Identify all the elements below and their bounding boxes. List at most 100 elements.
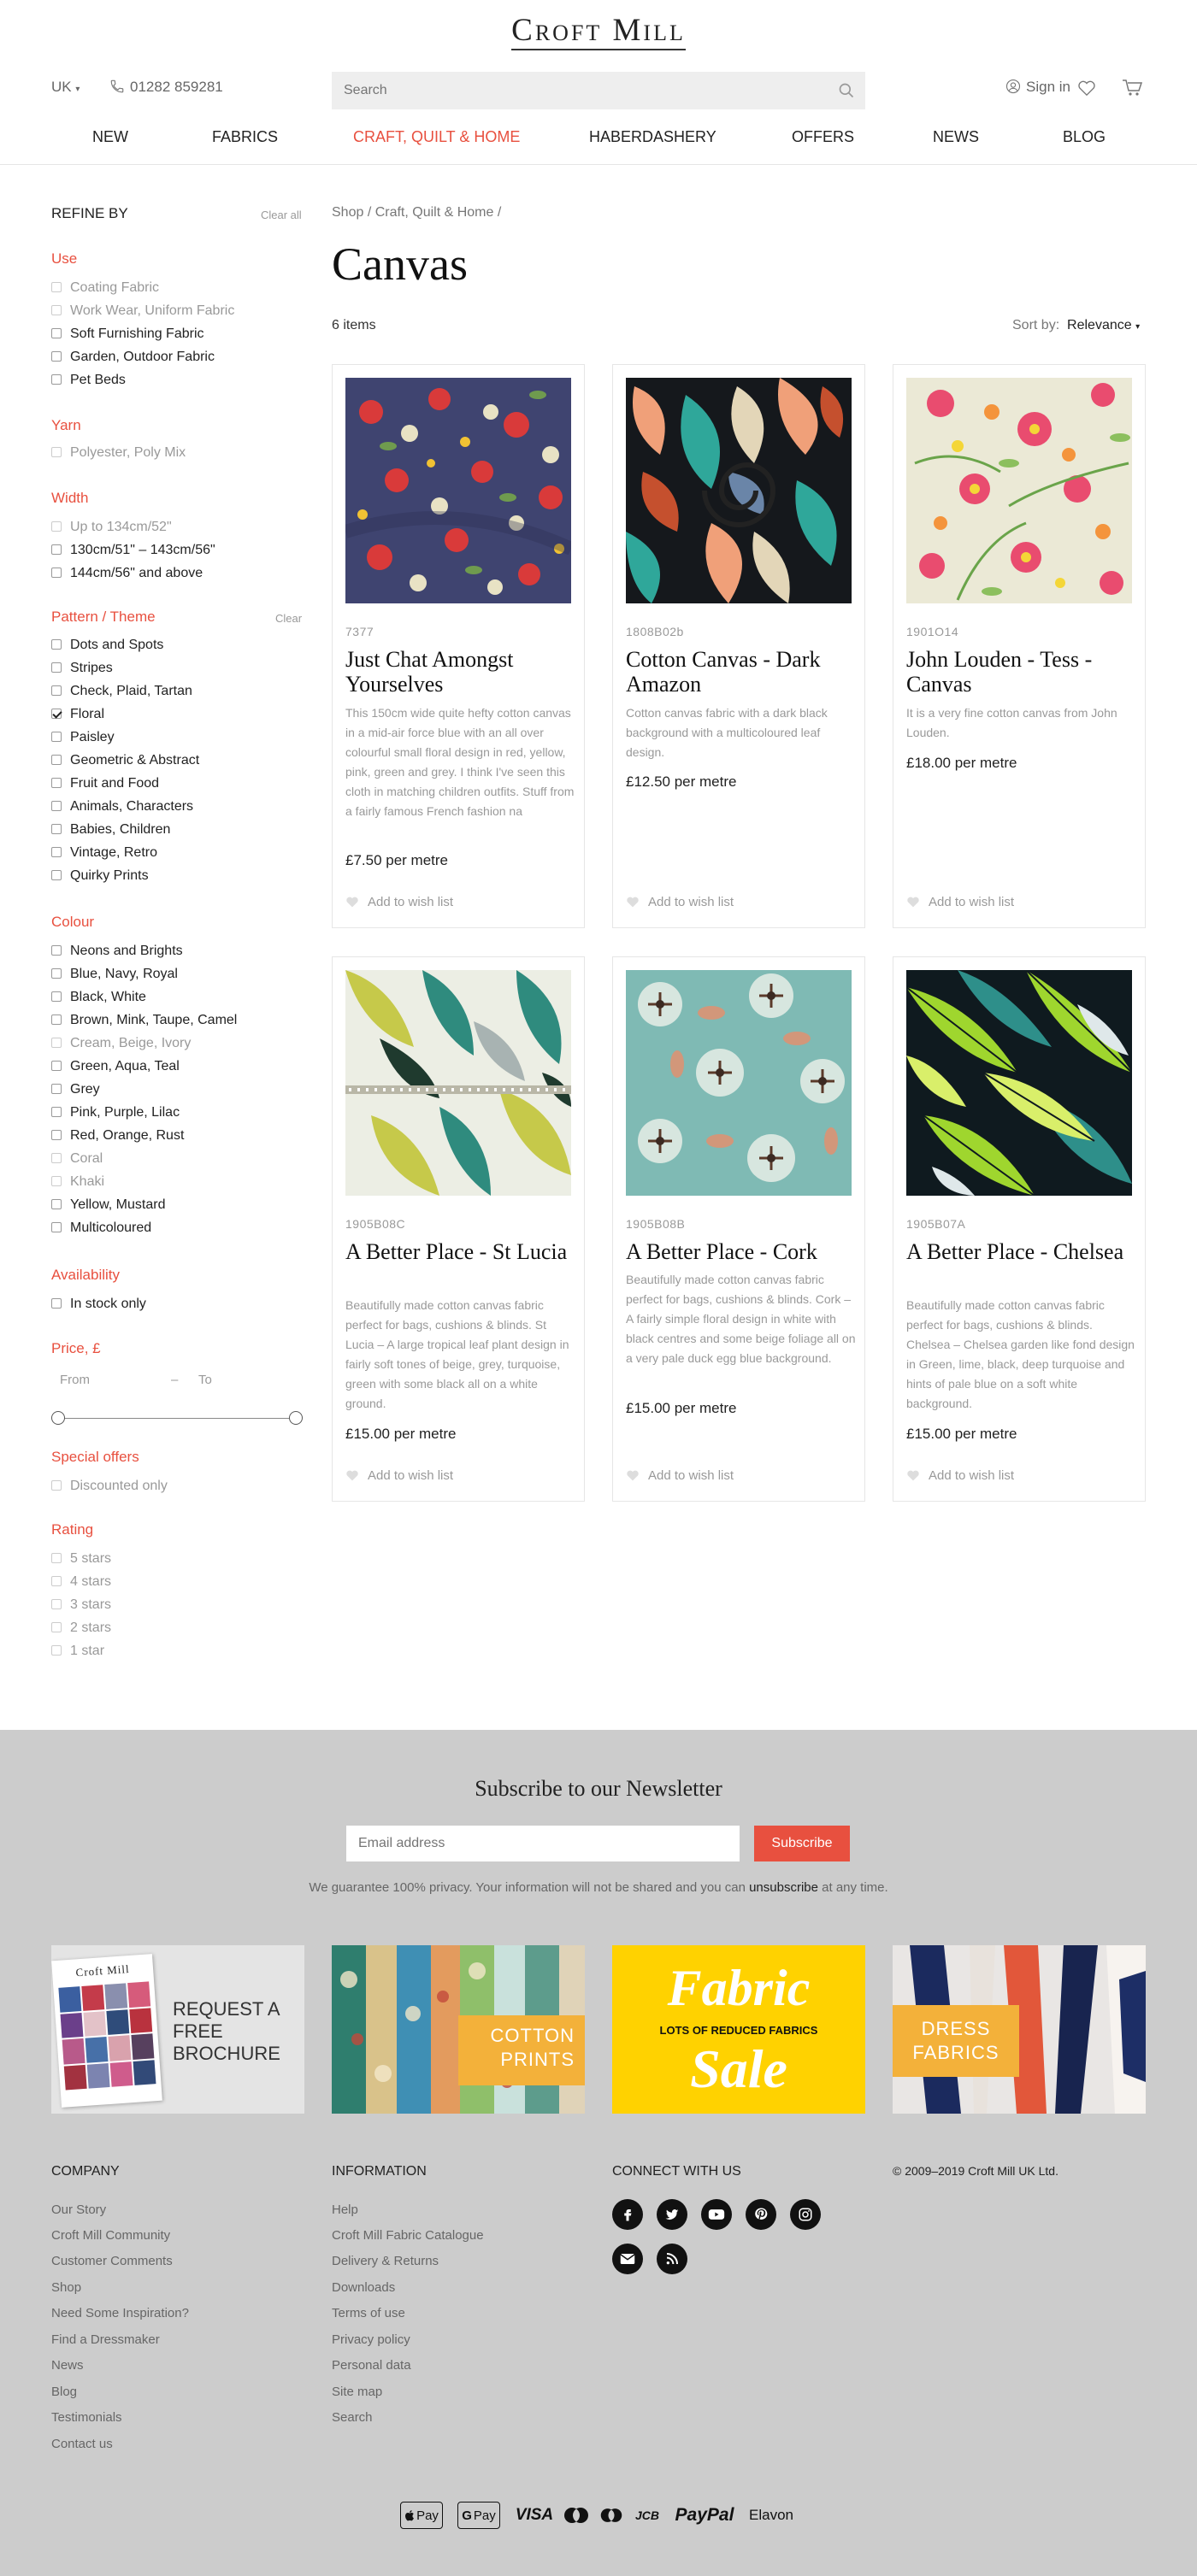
footer-link[interactable]: Customer Comments <box>51 2254 173 2268</box>
filter-option[interactable]: Coating Fabric <box>51 280 159 296</box>
product-name[interactable]: A Better Place - Chelsea <box>906 1239 1137 1264</box>
checkbox[interactable] <box>51 945 62 956</box>
filter-option[interactable]: Soft Furnishing Fabric <box>51 326 204 342</box>
filter-option[interactable]: Green, Aqua, Teal <box>51 1059 180 1074</box>
search-icon[interactable] <box>838 82 855 99</box>
product-card[interactable]: 1808B02b Cotton Canvas - Dark Amazon Cot… <box>612 364 865 928</box>
checkbox[interactable] <box>51 1576 62 1586</box>
checkbox[interactable] <box>51 1298 62 1309</box>
cart-icon[interactable] <box>1122 79 1142 97</box>
product-name[interactable]: John Louden - Tess - Canvas <box>906 647 1137 697</box>
nav-news[interactable]: NEWS <box>933 128 979 146</box>
wishlist-heart-icon[interactable] <box>1077 79 1096 97</box>
unsubscribe-link[interactable]: unsubscribe <box>749 1880 818 1895</box>
instagram-icon[interactable] <box>790 2199 821 2230</box>
filter-option[interactable]: 3 stars <box>51 1597 111 1613</box>
product-card[interactable]: 7377 Just Chat Amongst Yourselves This 1… <box>332 364 585 928</box>
filter-option[interactable]: Yellow, Mustard <box>51 1197 165 1213</box>
filter-option[interactable]: Stripes <box>51 661 113 676</box>
product-card[interactable]: 1901O14 John Louden - Tess - Canvas It i… <box>893 364 1146 928</box>
footer-link[interactable]: Our Story <box>51 2203 106 2217</box>
filter-option[interactable]: Animals, Characters <box>51 799 193 815</box>
product-image[interactable] <box>345 970 571 1196</box>
footer-link[interactable]: Find a Dressmaker <box>51 2332 160 2347</box>
pinterest-icon[interactable] <box>746 2199 776 2230</box>
checkbox-checked[interactable] <box>51 709 62 719</box>
footer-link[interactable]: Privacy policy <box>332 2332 410 2347</box>
filter-option[interactable]: Garden, Outdoor Fabric <box>51 350 215 365</box>
breadcrumb[interactable]: Shop / Craft, Quilt & Home / <box>332 205 501 221</box>
add-to-wishlist-button[interactable]: Add to wish list <box>626 895 734 909</box>
filter-option[interactable]: Cream, Beige, Ivory <box>51 1036 191 1051</box>
product-name[interactable]: A Better Place - Cork <box>626 1239 857 1264</box>
checkbox[interactable] <box>51 568 62 578</box>
subscribe-button[interactable]: Subscribe <box>754 1826 850 1861</box>
add-to-wishlist-button[interactable]: Add to wish list <box>345 895 453 909</box>
checkbox[interactable] <box>51 328 62 338</box>
twitter-icon[interactable] <box>657 2199 687 2230</box>
filter-option[interactable]: Brown, Mink, Taupe, Camel <box>51 1013 237 1028</box>
filter-pattern-clear[interactable]: Clear <box>275 612 302 625</box>
footer-link[interactable]: Testimonials <box>51 2410 122 2425</box>
checkbox[interactable] <box>51 968 62 979</box>
checkbox[interactable] <box>51 991 62 1002</box>
product-image[interactable] <box>626 970 852 1196</box>
promo-cotton-prints[interactable]: COTTON PRINTS <box>332 1945 585 2114</box>
product-image[interactable] <box>906 378 1132 603</box>
checkbox[interactable] <box>51 870 62 880</box>
footer-link[interactable]: Croft Mill Fabric Catalogue <box>332 2228 484 2243</box>
checkbox[interactable] <box>51 1084 62 1094</box>
price-from-input[interactable]: From <box>60 1373 90 1387</box>
product-card[interactable]: 1905B08C A Better Place - St Lucia Beaut… <box>332 956 585 1502</box>
filter-option[interactable]: Dots and Spots <box>51 638 163 653</box>
checkbox[interactable] <box>51 305 62 315</box>
filter-option[interactable]: Check, Plaid, Tartan <box>51 684 192 699</box>
filter-option[interactable]: Neons and Brights <box>51 944 183 959</box>
filter-option[interactable]: Multicoloured <box>51 1220 151 1236</box>
region-selector[interactable]: UK ▾ <box>51 79 80 96</box>
footer-link[interactable]: Need Some Inspiration? <box>51 2306 189 2320</box>
checkbox[interactable] <box>51 544 62 555</box>
footer-link[interactable]: Shop <box>51 2280 81 2295</box>
filter-option[interactable]: Red, Orange, Rust <box>51 1128 184 1144</box>
footer-link[interactable]: News <box>51 2358 84 2373</box>
price-slider-max-handle[interactable] <box>289 1411 303 1425</box>
filter-option[interactable]: Work Wear, Uniform Fabric <box>51 303 234 319</box>
footer-link[interactable]: Search <box>332 2410 373 2425</box>
checkbox[interactable] <box>51 1599 62 1609</box>
checkbox[interactable] <box>51 685 62 696</box>
product-image[interactable] <box>626 378 852 603</box>
promo-brochure[interactable]: Croft Mill REQUEST A FREE BROCHURE <box>51 1945 304 2114</box>
footer-link[interactable]: Croft Mill Community <box>51 2228 170 2243</box>
filter-option[interactable]: In stock only <box>51 1297 146 1312</box>
checkbox[interactable] <box>51 1130 62 1140</box>
filter-option-floral[interactable]: Floral <box>51 707 104 722</box>
add-to-wishlist-button[interactable]: Add to wish list <box>626 1468 734 1483</box>
filter-option[interactable]: Geometric & Abstract <box>51 753 199 768</box>
filter-option[interactable]: 130cm/51" – 143cm/56" <box>51 543 215 558</box>
checkbox[interactable] <box>51 801 62 811</box>
checkbox[interactable] <box>51 824 62 834</box>
footer-link[interactable]: Terms of use <box>332 2306 405 2320</box>
filter-option[interactable]: Paisley <box>51 730 115 745</box>
checkbox[interactable] <box>51 1480 62 1491</box>
filter-option[interactable]: 4 stars <box>51 1574 111 1590</box>
footer-link[interactable]: Personal data <box>332 2358 411 2373</box>
nav-fabrics[interactable]: FABRICS <box>212 128 278 146</box>
filter-option[interactable]: Blue, Navy, Royal <box>51 967 178 982</box>
checkbox[interactable] <box>51 374 62 385</box>
facebook-icon[interactable] <box>612 2199 643 2230</box>
product-name[interactable]: Just Chat Amongst Yourselves <box>345 647 576 697</box>
checkbox[interactable] <box>51 778 62 788</box>
newsletter-email-input[interactable] <box>346 1826 740 1861</box>
filter-option[interactable]: Khaki <box>51 1174 104 1190</box>
checkbox[interactable] <box>51 1153 62 1163</box>
search-input[interactable] <box>332 72 865 109</box>
checkbox[interactable] <box>51 447 62 457</box>
product-name[interactable]: A Better Place - St Lucia <box>345 1239 576 1264</box>
clear-all-link[interactable]: Clear all <box>261 209 302 221</box>
promo-fabric-sale[interactable]: Fabric LOTS OF REDUCED FABRICS Sale <box>612 1945 865 2114</box>
checkbox[interactable] <box>51 1622 62 1632</box>
email-icon[interactable] <box>612 2244 643 2274</box>
phone-link[interactable]: 01282 859281 <box>109 79 223 96</box>
